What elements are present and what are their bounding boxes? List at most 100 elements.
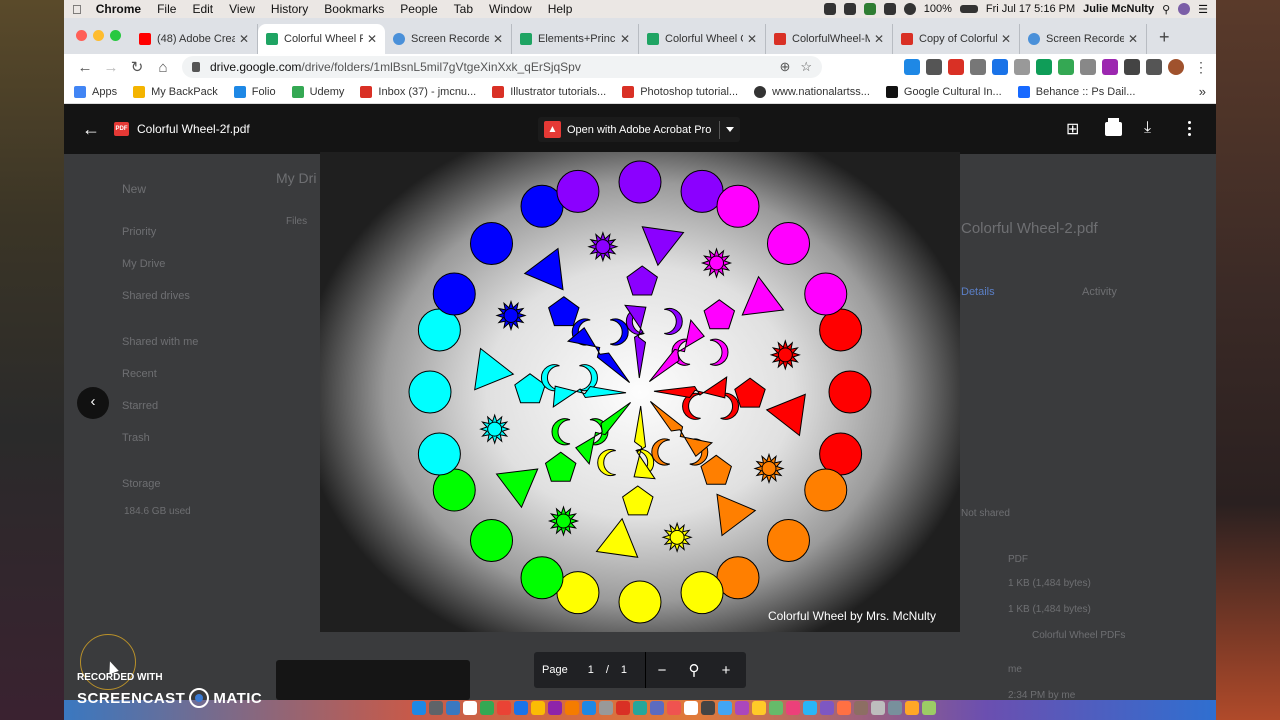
close-tab-icon[interactable]: ✕ [874,32,884,46]
bookmarks-overflow-icon[interactable]: » [1199,84,1206,99]
bookmark-inbox[interactable]: Inbox (37) - jmcnu... [360,85,476,98]
menu-file[interactable]: File [157,2,176,16]
new-button[interactable]: New [122,182,146,196]
close-tab-icon[interactable]: ✕ [1128,32,1138,46]
menu-bookmarks[interactable]: Bookmarks [324,2,384,16]
status-icon[interactable] [823,3,836,15]
close-viewer-arrow-icon[interactable]: ← [82,119,100,140]
dock-app-icon[interactable] [871,701,885,715]
bookmark-udemy[interactable]: Udemy [291,85,344,98]
bluetooth-icon[interactable] [883,3,896,15]
new-tab-button[interactable]: + [1147,27,1182,54]
dock-app-icon[interactable] [548,701,562,715]
tab-elements-principles[interactable]: Elements+Princi ✕ [512,24,639,54]
previous-file-button[interactable]: ‹ [77,387,109,419]
close-tab-icon[interactable]: ✕ [367,32,377,46]
zoom-in-icon[interactable]: + [710,662,742,679]
menu-tab[interactable]: Tab [454,2,473,16]
dock-app-icon[interactable] [684,701,698,715]
home-icon[interactable]: ⌂ [150,59,176,76]
dock-app-icon[interactable] [752,701,766,715]
download-icon[interactable]: ⤓ [1144,119,1151,137]
wifi-icon[interactable] [903,3,916,15]
forward-arrow-icon[interactable]: → [98,59,124,76]
dock-app-icon[interactable] [769,701,783,715]
bookmark-star-icon[interactable]: ☆ [800,59,812,75]
kebab-menu-icon[interactable]: ⋮ [1194,59,1208,76]
nav-trash[interactable]: Trash [122,432,150,444]
extension-icon[interactable] [1014,59,1030,75]
tab-colorful-wheel-c[interactable]: Colorful Wheel C ✕ [639,24,766,54]
puzzle-icon[interactable] [1146,59,1162,75]
nav-priority[interactable]: Priority [122,226,156,238]
dock-app-icon[interactable] [463,701,477,715]
extension-icon[interactable] [904,59,920,75]
drive-icon[interactable] [1058,59,1074,75]
nav-shared-drives[interactable]: Shared drives [122,290,190,302]
menu-people[interactable]: People [400,2,437,16]
bookmark-photoshop[interactable]: Photoshop tutorial... [622,85,738,98]
dock-app-icon[interactable] [650,701,664,715]
close-tab-icon[interactable]: ✕ [620,32,630,46]
address-bar[interactable]: drive.google.com /drive/folders/1mlBsnL5… [182,56,822,78]
battery-icon[interactable] [959,5,978,13]
thumbnail-preview[interactable] [276,660,470,700]
extension-icon[interactable] [1036,59,1052,75]
nav-my-drive[interactable]: My Drive [122,258,165,270]
tab-adobe-creative[interactable]: (48) Adobe Crea ✕ [131,24,258,54]
dock-app-icon[interactable] [412,701,426,715]
dock-app-icon[interactable] [820,701,834,715]
add-icon[interactable]: ⊕ [779,59,790,75]
clock[interactable]: Fri Jul 17 5:16 PM [986,3,1075,15]
menu-edit[interactable]: Edit [192,2,213,16]
dock-app-icon[interactable] [531,701,545,715]
dock-app-icon[interactable] [446,701,460,715]
nav-recent[interactable]: Recent [122,368,157,380]
close-tab-icon[interactable]: ✕ [747,32,757,46]
tab-copy-of-colorful[interactable]: Copy of Colorful ✕ [893,24,1020,54]
dock-app-icon[interactable] [922,701,936,715]
reload-icon[interactable]: ↻ [124,58,150,76]
dock-app-icon[interactable] [514,701,528,715]
menu-history[interactable]: History [271,2,308,16]
add-comment-icon[interactable]: ⊞ [1066,119,1079,139]
user-name[interactable]: Julie McNulty [1083,3,1154,15]
nav-storage[interactable]: Storage [122,478,161,490]
zoom-icon[interactable]: ⚲ [678,661,710,679]
dock-app-icon[interactable] [480,701,494,715]
page-current[interactable]: 1 [588,664,594,676]
menu-window[interactable]: Window [489,2,532,16]
close-tab-icon[interactable]: ✕ [1001,32,1011,46]
dock-app-icon[interactable] [803,701,817,715]
print-icon[interactable] [1105,118,1122,136]
bookmark-google-cultural[interactable]: Google Cultural In... [885,85,1002,98]
bookmark-folio[interactable]: Folio [233,85,276,98]
dock-app-icon[interactable] [565,701,579,715]
dock-app-icon[interactable] [735,701,749,715]
close-window-icon[interactable] [76,30,87,41]
extension-icon[interactable] [992,59,1008,75]
chevron-down-icon[interactable] [726,127,735,132]
dock-app-icon[interactable] [599,701,613,715]
back-arrow-icon[interactable]: ← [72,59,98,76]
zoom-window-icon[interactable] [110,30,121,41]
apple-icon[interactable]:  [72,2,82,17]
bookmark-behance[interactable]: Behance :: Ps Dail... [1017,85,1135,98]
dock-app-icon[interactable] [582,701,596,715]
nav-starred[interactable]: Starred [122,400,158,412]
dock-app-icon[interactable] [667,701,681,715]
close-tab-icon[interactable]: ✕ [493,32,503,46]
bookmark-nationalarts[interactable]: www.nationalartss... [754,85,870,98]
dock-app-icon[interactable] [786,701,800,715]
details-tab-activity[interactable]: Activity [1082,286,1117,298]
more-options-icon[interactable] [1188,121,1191,136]
menu-help[interactable]: Help [548,2,573,16]
status-icon[interactable] [843,3,856,15]
tab-colorful-wheel-active[interactable]: Colorful Wheel P ✕ [258,24,385,54]
extension-icon[interactable] [970,59,986,75]
extension-icon[interactable] [1102,59,1118,75]
dock-app-icon[interactable] [718,701,732,715]
gmail-icon[interactable] [948,59,964,75]
dock-app-icon[interactable] [616,701,630,715]
tab-colorfulwheel-m[interactable]: ColorfulWheel-M ✕ [766,24,893,54]
